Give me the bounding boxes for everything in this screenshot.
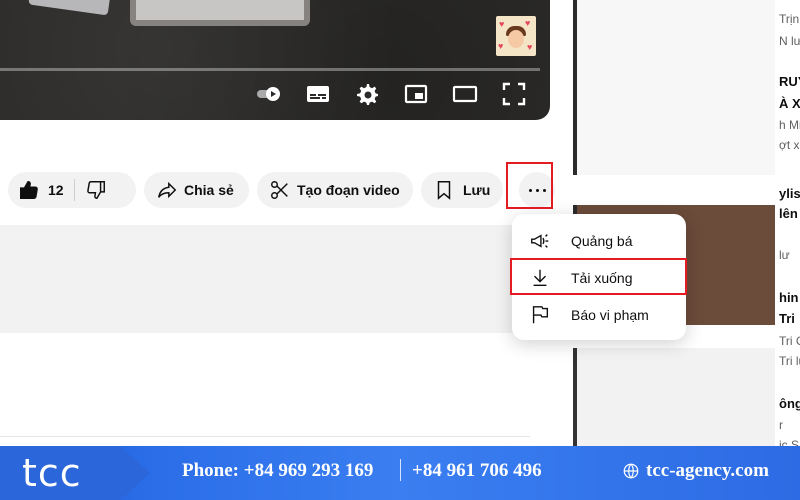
subtitles-icon[interactable] (304, 80, 332, 108)
miniplayer-icon[interactable] (402, 80, 430, 108)
video-actions-row: 12 Chia sẻ Tạo đoạn video Lưu (0, 172, 555, 208)
channel-name: Trịn (779, 12, 800, 26)
heart-icon: ♥ (527, 42, 533, 52)
menu-item-label: Quảng bá (571, 232, 633, 249)
menu-item-promote[interactable]: Quảng bá (512, 222, 686, 259)
heart-icon: ♥ (498, 41, 504, 51)
download-item-highlight (510, 258, 687, 295)
fullscreen-icon[interactable] (500, 80, 528, 108)
like-count[interactable]: 12 (48, 182, 64, 198)
video-title[interactable]: ông (779, 396, 800, 411)
player-controls (255, 80, 528, 108)
video-progress-bar[interactable] (0, 68, 540, 71)
save-button[interactable]: Lưu (421, 172, 503, 208)
menu-item-label: Báo vi phạm (571, 306, 649, 323)
like-divider (73, 179, 75, 201)
thumbs-up-icon[interactable] (18, 179, 40, 201)
heart-icon: ♥ (499, 19, 505, 29)
banner-separator (400, 459, 401, 481)
megaphone-icon (531, 233, 549, 248)
save-label: Lưu (463, 182, 491, 198)
clip-button[interactable]: Tạo đoạn video (257, 172, 413, 208)
share-button[interactable]: Chia sẻ (144, 172, 249, 208)
video-thumbnail[interactable] (573, 348, 775, 448)
description-box[interactable] (0, 225, 573, 333)
video-meta: ợt xe (779, 138, 800, 152)
channel-watermark[interactable]: ♥ ♥ ♥ ♥ (496, 16, 536, 56)
heart-icon: ♥ (525, 18, 531, 28)
scissors-icon (271, 181, 288, 199)
video-title[interactable]: À XA (779, 96, 800, 111)
menu-item-report[interactable]: Báo vi phạm (512, 296, 686, 333)
theater-mode-icon[interactable] (451, 80, 479, 108)
video-meta: lư (779, 248, 790, 262)
more-button-highlight (506, 162, 553, 209)
thumbs-down-icon[interactable] (85, 179, 107, 201)
video-title[interactable]: ylis (779, 186, 800, 201)
like-dislike-group: 12 (8, 172, 136, 208)
video-meta: N lư (779, 34, 800, 48)
watermark-face (508, 30, 524, 48)
globe-icon (623, 463, 639, 479)
clip-label: Tạo đoạn video (297, 182, 400, 198)
website-label: tcc-agency.com (646, 460, 769, 481)
channel-name: r (779, 418, 783, 432)
bookmark-icon (437, 181, 451, 200)
video-title[interactable]: Tri (779, 311, 800, 326)
share-label: Chia sẻ (184, 182, 234, 198)
channel-name: h Mi (779, 118, 800, 132)
share-arrow-icon (158, 181, 177, 199)
brand-banner: tcc Phone: +84 969 293 169 +84 961 706 4… (0, 446, 800, 500)
banner-phone-secondary: +84 961 706 496 (412, 460, 542, 481)
settings-gear-icon[interactable] (353, 80, 381, 108)
banner-website: tcc-agency.com (622, 460, 769, 482)
video-title[interactable]: RUYỆ (779, 74, 800, 89)
autoplay-toggle-icon[interactable] (255, 80, 283, 108)
channel-name: Tri C (779, 334, 800, 348)
flag-icon (532, 305, 549, 323)
banner-phone-primary: Phone: +84 969 293 169 (182, 460, 374, 481)
video-title[interactable]: hin (779, 290, 800, 305)
section-divider (0, 436, 530, 437)
video-title[interactable]: lên (779, 206, 800, 221)
video-frame-object (130, 0, 310, 26)
brand-logo: tcc (22, 451, 82, 495)
video-thumbnail[interactable] (573, 0, 775, 175)
video-meta: Tri lư (779, 354, 800, 368)
video-player[interactable]: ♥ ♥ ♥ ♥ (0, 0, 550, 120)
